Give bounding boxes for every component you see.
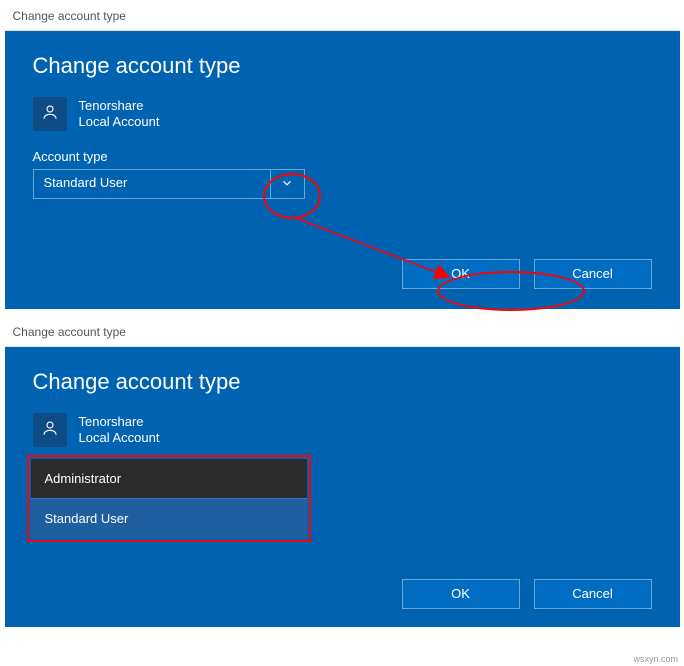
account-text: Tenorshare Local Account <box>79 98 160 131</box>
button-row: OK Cancel <box>33 579 652 609</box>
account-type-option-list: Administrator Standard User <box>27 455 311 542</box>
account-summary: Tenorshare Local Account <box>33 413 652 447</box>
page-title: Change account type <box>33 53 652 79</box>
account-type: Local Account <box>79 114 160 130</box>
field-label: Account type <box>33 149 652 164</box>
button-row: OK Cancel <box>33 259 652 289</box>
window-top: Change account type Change account type … <box>5 5 680 309</box>
user-icon <box>41 419 59 442</box>
cancel-button[interactable]: Cancel <box>534 579 652 609</box>
cancel-button[interactable]: Cancel <box>534 259 652 289</box>
account-name: Tenorshare <box>79 414 160 430</box>
titlebar: Change account type <box>5 5 680 31</box>
account-name: Tenorshare <box>79 98 160 114</box>
dropdown-value: Standard User <box>34 170 270 198</box>
account-type: Local Account <box>79 430 160 446</box>
avatar <box>33 413 67 447</box>
option-administrator[interactable]: Administrator <box>31 459 307 498</box>
content-top: Change account type Tenorshare Local Acc… <box>5 31 680 309</box>
account-text: Tenorshare Local Account <box>79 414 160 447</box>
option-standard-user[interactable]: Standard User <box>31 498 307 538</box>
content-bottom: Change account type Tenorshare Local Acc… <box>5 347 680 627</box>
account-type-dropdown[interactable]: Standard User <box>33 169 305 199</box>
dropdown-arrow-button[interactable] <box>270 170 304 198</box>
titlebar: Change account type <box>5 321 680 347</box>
user-icon <box>41 103 59 126</box>
page-title: Change account type <box>33 369 652 395</box>
avatar <box>33 97 67 131</box>
ok-button[interactable]: OK <box>402 579 520 609</box>
window-title: Change account type <box>13 325 126 339</box>
window-bottom: Change account type Change account type … <box>5 321 680 627</box>
account-summary: Tenorshare Local Account <box>33 97 652 131</box>
watermark: wsxyn.com <box>633 654 678 664</box>
chevron-down-icon <box>280 176 294 193</box>
window-title: Change account type <box>13 9 126 23</box>
ok-button[interactable]: OK <box>402 259 520 289</box>
